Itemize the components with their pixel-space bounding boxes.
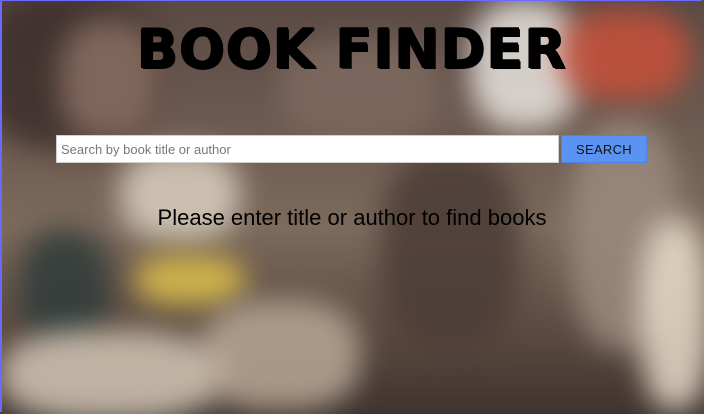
search-bar: SEARCH (56, 135, 647, 163)
search-button[interactable]: SEARCH (561, 135, 647, 163)
search-input[interactable] (56, 135, 559, 163)
app-title: BOOK FINDER (136, 18, 568, 81)
empty-state-message: Please enter title or author to find boo… (157, 205, 547, 230)
